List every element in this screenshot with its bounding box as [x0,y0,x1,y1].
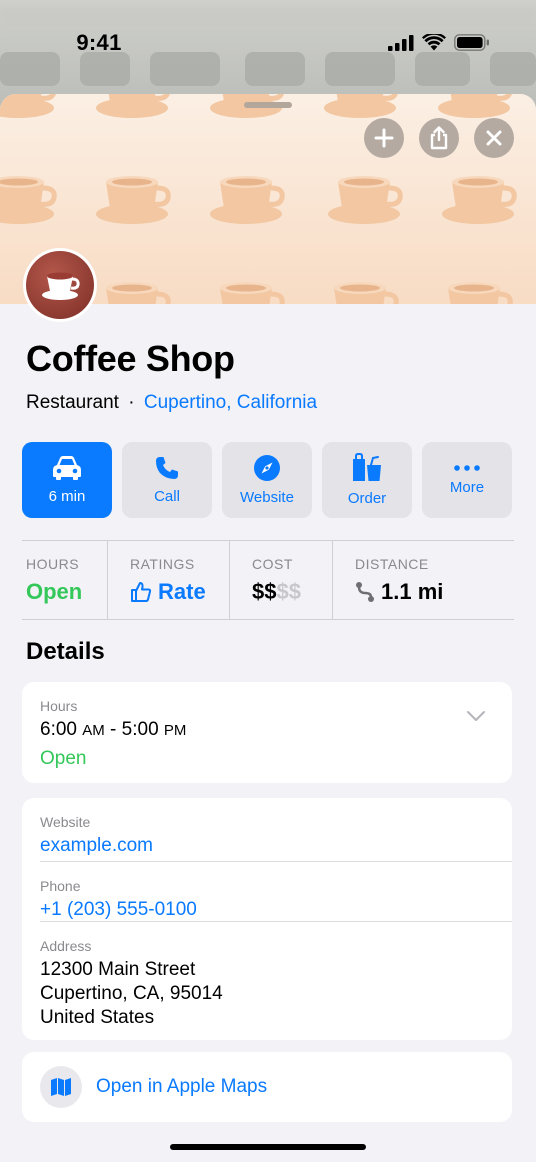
place-location-link[interactable]: Cupertino, California [144,392,317,413]
compass-icon [254,455,280,481]
battery-icon [454,34,489,51]
distance-text: 1.1 mi [381,579,444,604]
stat-hours[interactable]: HOURS Open [22,540,107,620]
call-button[interactable]: Call [122,442,212,518]
stats-row: HOURS Open RATINGS Rate COST $$ $$ DISTAN… [22,540,514,620]
close-time: 5:00 [121,719,159,740]
open-in-maps-card[interactable]: Open in Apple Maps [22,1052,512,1122]
close-period: PM [163,722,187,739]
close-icon [486,130,502,146]
share-icon [430,126,448,150]
rate-label: Rate [158,579,206,604]
address-line-2: Cupertino, CA, 95014 [40,983,223,1004]
open-in-maps-row[interactable]: Open in Apple Maps [22,1052,512,1122]
details-title: Details [26,638,105,665]
address-row[interactable]: Address 12300 Main Street Cupertino, CA,… [22,922,512,1030]
thumbs-up-icon [131,582,152,602]
hours-open-status: Open [40,748,87,769]
order-button[interactable]: Order [322,442,412,518]
bag-icon [353,453,381,481]
place-card-sheet: Coffee Shop Restaurant · Cupertino, Cali… [0,94,536,1162]
open-in-maps-label: Open in Apple Maps [96,1076,268,1097]
address-row-label: Address [40,938,92,954]
open-period: AM [82,722,105,739]
place-title: Coffee Shop [26,338,235,379]
order-label: Order [347,490,387,507]
stat-ratings[interactable]: RATINGS Rate [107,540,229,620]
place-subtitle: Restaurant · Cupertino, California [26,392,317,414]
maps-icon-circle [40,1066,82,1108]
contact-card: Website example.com Phone +1 (203) 555-0… [22,798,512,1040]
website-row[interactable]: Website example.com [22,798,512,862]
cost-active: $$ [252,579,277,604]
add-button[interactable] [364,118,404,158]
ellipsis-icon [454,465,480,471]
distance-label: DISTANCE [355,556,429,572]
subtitle-separator: · [128,392,135,413]
place-category: Restaurant [26,392,119,413]
close-button[interactable] [474,118,514,158]
distance-value: 1.1 mi [355,579,514,605]
share-button[interactable] [419,118,459,158]
phone-icon [156,457,178,479]
status-time: 9:41 [76,30,122,55]
place-avatar [23,248,97,322]
hours-card[interactable]: Hours 6:00 AM - 5:00 PM Open [22,682,512,783]
cellular-signal-icon [388,34,414,51]
hours-dash: - [110,719,117,740]
hours-range: 6:00 AM - 5:00 PM [40,718,494,743]
address-line-1: 12300 Main Street [40,959,196,980]
directions-label: 6 min [48,488,86,505]
hours-row: Hours 6:00 AM - 5:00 PM Open [22,682,512,771]
phone-row-label: Phone [40,878,81,894]
cost-label: COST [252,556,293,572]
rate-action: Rate [130,579,229,605]
home-indicator[interactable] [170,1144,366,1150]
chevron-down-icon[interactable] [466,710,486,722]
car-icon [53,456,81,480]
website-row-label: Website [40,814,91,830]
coffee-cup-icon [42,272,80,300]
website-label: Website [240,489,294,506]
hours-label: HOURS [26,556,80,572]
plus-icon [374,128,394,148]
status-bar: 9:41 [0,0,536,90]
route-icon [356,582,374,602]
map-icon [51,1078,71,1096]
cost-value: $$ $$ [252,579,332,605]
stat-cost: COST $$ $$ [229,540,332,620]
website-link[interactable]: example.com [40,834,494,858]
hours-card-label: Hours [40,698,78,714]
open-time: 6:00 [40,719,77,740]
stat-distance: DISTANCE 1.1 mi [332,540,514,620]
divider [22,619,514,620]
website-button[interactable]: Website [222,442,312,518]
call-label: Call [154,488,180,505]
phone-link[interactable]: +1 (203) 555-0100 [40,898,494,922]
cost-inactive: $$ [276,579,301,604]
wifi-icon [422,34,446,51]
hours-status: Open [26,579,83,604]
sheet-grabber[interactable] [244,102,292,108]
directions-button[interactable]: 6 min [22,442,112,518]
more-button[interactable]: More [422,442,512,518]
phone-row[interactable]: Phone +1 (203) 555-0100 [22,862,512,922]
status-icons [388,34,490,51]
more-label: More [449,479,485,496]
action-buttons: 6 min Call Website Order More [22,442,512,518]
ratings-label: RATINGS [130,556,195,572]
address-line-3: United States [40,1007,155,1028]
